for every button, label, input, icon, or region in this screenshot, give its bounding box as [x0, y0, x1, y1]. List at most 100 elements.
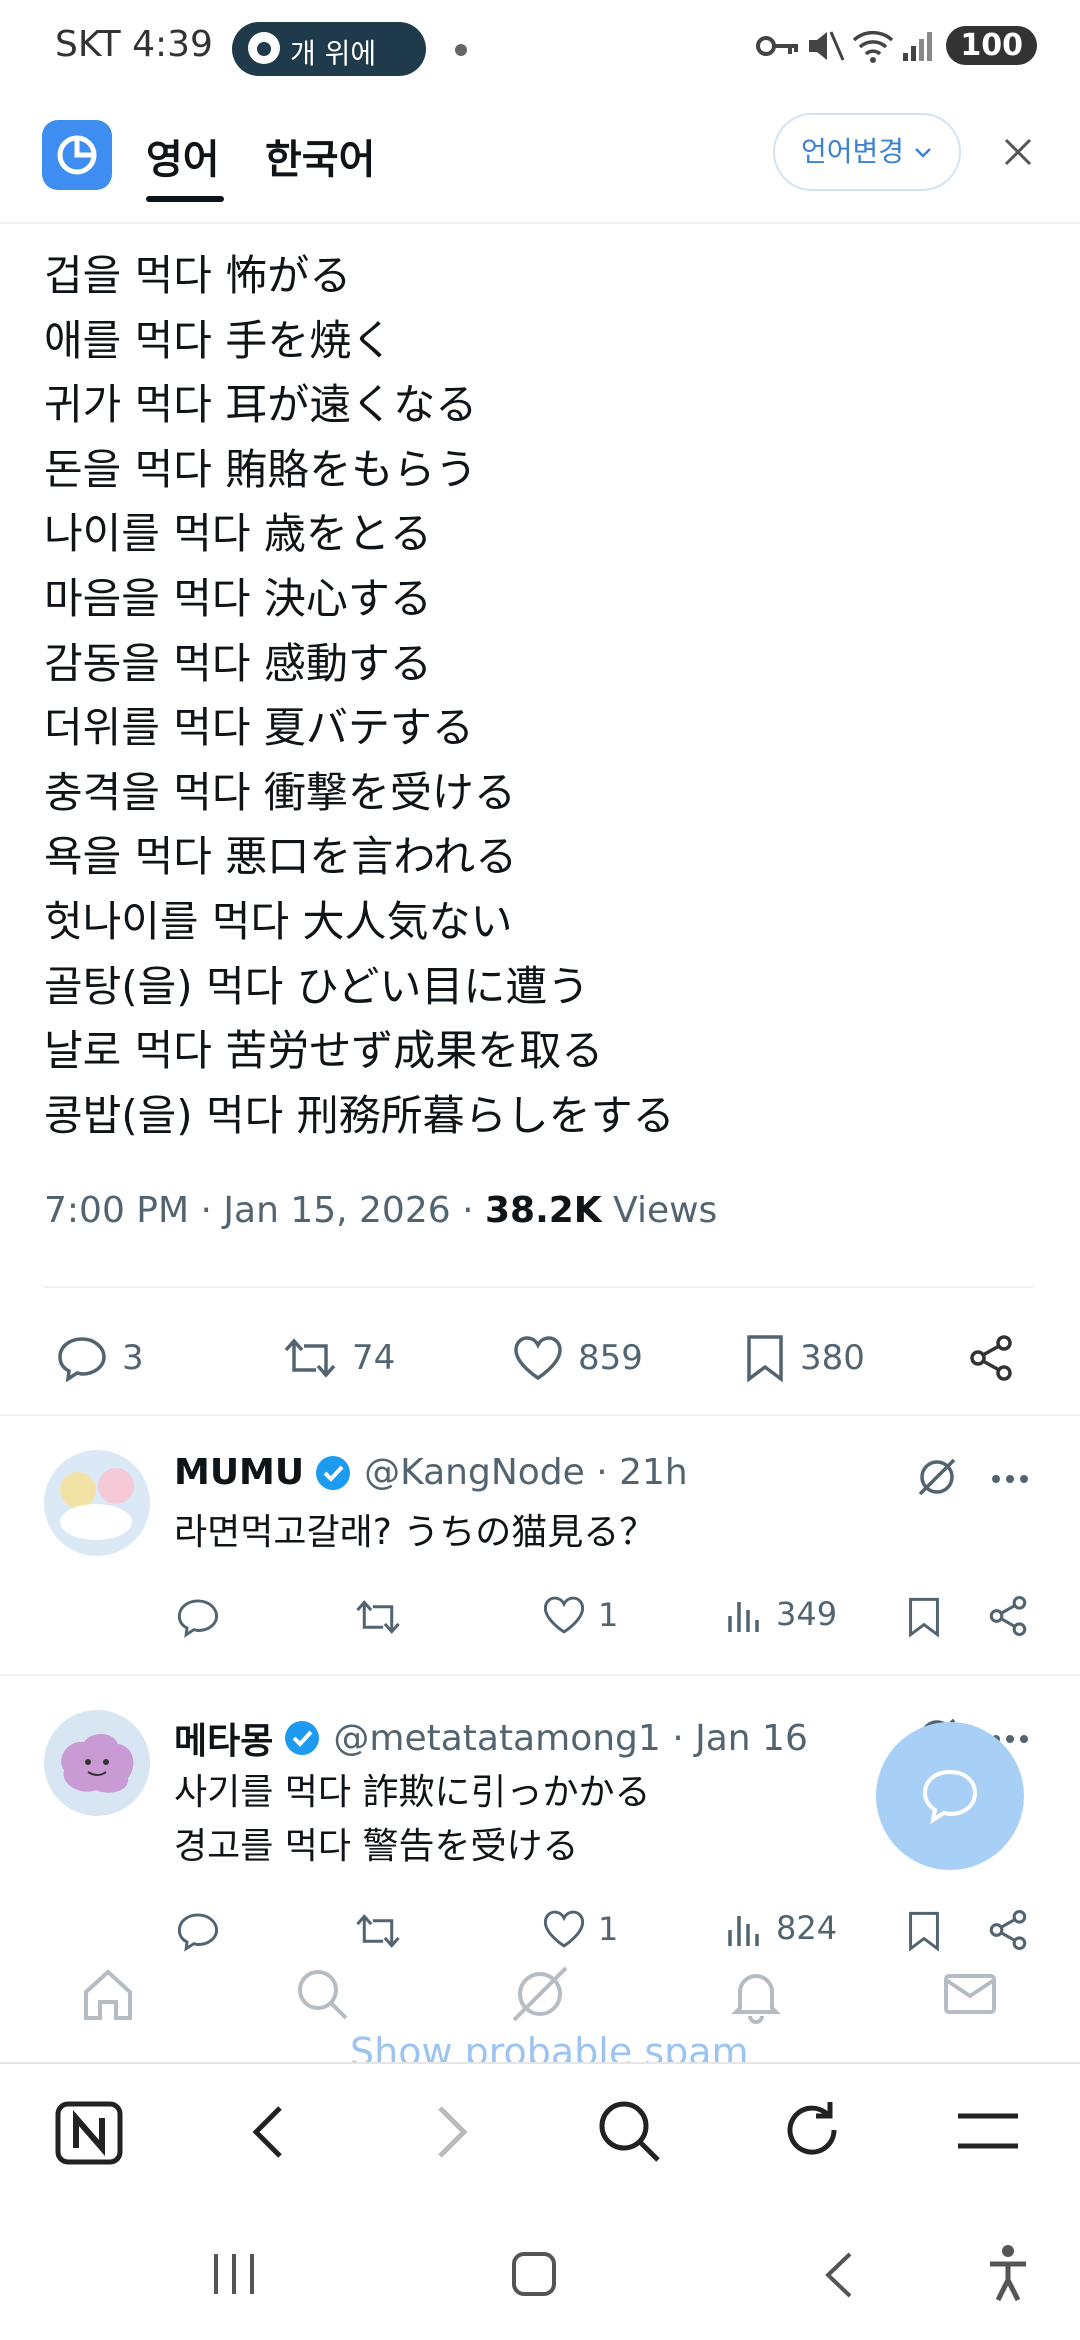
- status-icons: 100: [756, 26, 1037, 74]
- notification-pill[interactable]: 개 위에: [232, 22, 426, 76]
- divider: [44, 1286, 1034, 1288]
- bell-icon[interactable]: [726, 1964, 786, 2024]
- bookmark-action[interactable]: 380: [744, 1330, 865, 1386]
- change-language-button[interactable]: 언어변경: [773, 113, 961, 191]
- battery-indicator: 100: [946, 26, 1037, 65]
- share-icon[interactable]: [986, 1594, 1030, 1638]
- reply-line: 라면먹고갈래? うちの猫見る？: [174, 1512, 656, 1553]
- retweet-icon: [284, 1338, 336, 1378]
- reply-text: 라면먹고갈래? うちの猫見る？: [174, 1506, 655, 1560]
- tweet-line: 마음을 먹다 決心する: [44, 573, 432, 623]
- reply-actions: 1 349: [176, 1594, 1036, 1642]
- author-name: MUMU: [174, 1452, 305, 1493]
- naver-app-icon[interactable]: [54, 2100, 124, 2166]
- search-icon[interactable]: [292, 1964, 352, 2024]
- like-count: 1: [598, 1596, 619, 1634]
- tweet-line: 욕을 먹다 悪口を言われる: [44, 832, 518, 882]
- views-count: 824: [776, 1909, 838, 1947]
- share-button[interactable]: [966, 1330, 1030, 1386]
- tweet-line: 콩밥(을) 먹다 刑務所暮らしをする: [44, 1090, 675, 1140]
- back-arrow-icon[interactable]: [248, 2102, 288, 2162]
- tweet-line: 겁을 먹다 怖がる: [44, 251, 352, 300]
- status-bar: SKT 4:39 개 위에 100: [0, 0, 1080, 100]
- like-action[interactable]: 1: [542, 1594, 618, 1636]
- tweet-line: 감동을 먹다 感動する: [44, 638, 432, 688]
- recent-apps-icon[interactable]: [210, 2252, 258, 2296]
- more-options-icon[interactable]: [990, 1470, 1030, 1489]
- views-action[interactable]: 824: [724, 1908, 837, 1948]
- author-name: 메타몽: [174, 1721, 274, 1762]
- home-icon[interactable]: [78, 1964, 138, 2024]
- bookmark-icon[interactable]: [906, 1596, 942, 1638]
- system-back-icon[interactable]: [820, 2250, 856, 2300]
- bookmark-icon[interactable]: [906, 1910, 942, 1952]
- reply-author[interactable]: 메타몽 @metatatamong1 · Jan 16: [174, 1712, 808, 1764]
- heart-icon: [514, 1336, 562, 1381]
- close-icon: [1004, 138, 1032, 166]
- compose-reply-button[interactable]: [876, 1722, 1024, 1870]
- browser-toolbar: [0, 2062, 1080, 2204]
- retweet-action[interactable]: 74: [282, 1330, 395, 1386]
- avatar[interactable]: [44, 1450, 150, 1556]
- accessibility-icon[interactable]: [986, 2244, 1030, 2304]
- verified-badge-icon: [285, 1721, 320, 1755]
- like-action[interactable]: 859: [512, 1330, 643, 1386]
- share-icon[interactable]: [986, 1908, 1030, 1952]
- forward-arrow-icon[interactable]: [432, 2102, 472, 2162]
- translator-logo-icon: [42, 120, 112, 190]
- reply-action[interactable]: 3: [56, 1330, 144, 1386]
- tweet-line: 날로 먹다 苦労せず成果を取る: [44, 1026, 604, 1076]
- tweet-line: 골탕(을) 먹다 ひどい目に遭う: [44, 961, 590, 1011]
- divider: [0, 1414, 1080, 1416]
- author-handle: @KangNode · 21h: [364, 1452, 688, 1493]
- analytics-icon: [728, 1602, 759, 1632]
- views-action[interactable]: 349: [724, 1594, 837, 1634]
- views-count: 349: [776, 1595, 838, 1633]
- change-language-label: 언어변경: [801, 135, 905, 168]
- chat-bubble-icon: [922, 1769, 978, 1825]
- mute-icon: [809, 30, 845, 61]
- close-button[interactable]: [996, 130, 1040, 174]
- pill-text: 개 위에: [290, 37, 377, 70]
- like-action[interactable]: 1: [542, 1908, 618, 1950]
- bookmark-icon: [747, 1335, 783, 1383]
- tab-target-language[interactable]: 한국어: [265, 127, 375, 185]
- grok-icon[interactable]: [506, 1960, 574, 2028]
- reply-text: 사기를 먹다 詐欺に引っかかる 경고를 먹다 警告を受ける: [174, 1766, 651, 1874]
- bookmark-count: 380: [800, 1338, 865, 1378]
- tab-source-language[interactable]: 영어: [146, 127, 220, 185]
- author-handle: @metatatamong1 · Jan 16: [333, 1717, 808, 1759]
- search-icon[interactable]: [596, 2098, 662, 2164]
- reply-count: 3: [122, 1338, 144, 1378]
- notification-dot-icon: [455, 44, 467, 56]
- retweet-icon[interactable]: [354, 1910, 402, 1952]
- tweet-line: 나이를 먹다 歳をとる: [44, 509, 432, 559]
- views-label: Views: [601, 1190, 718, 1231]
- key-icon: [756, 35, 798, 56]
- share-icon: [970, 1335, 1012, 1381]
- retweet-icon[interactable]: [354, 1596, 402, 1638]
- refresh-icon[interactable]: [780, 2098, 844, 2162]
- reply-icon: [58, 1337, 106, 1382]
- wifi-icon: [853, 30, 894, 63]
- reply-icon[interactable]: [176, 1596, 220, 1638]
- grok-icon[interactable]: [914, 1454, 960, 1504]
- tweet-time: 7:00 PM · Jan 15, 2026 ·: [44, 1190, 485, 1231]
- reply-author[interactable]: MUMU @KangNode · 21h: [174, 1452, 688, 1493]
- mail-icon[interactable]: [940, 1964, 1000, 2024]
- verified-badge-icon: [316, 1455, 351, 1490]
- menu-icon[interactable]: [956, 2110, 1020, 2152]
- reply-line: 경고를 먹다 警告を受ける: [174, 1826, 579, 1867]
- views-count: 38.2K: [484, 1190, 602, 1231]
- app-badge-icon: [248, 32, 280, 64]
- tweet-line: 헛나이를 먹다 大人気ない: [44, 896, 513, 946]
- home-button-icon[interactable]: [510, 2250, 558, 2298]
- retweet-count: 74: [352, 1338, 396, 1378]
- tweet-line: 애를 먹다 手を焼く: [44, 315, 394, 365]
- chevron-down-icon: [915, 148, 931, 158]
- tweet-line: 귀가 먹다 耳が遠くなる: [44, 380, 478, 430]
- reply-icon[interactable]: [176, 1910, 220, 1952]
- avatar[interactable]: [44, 1710, 150, 1816]
- heart-icon: [543, 1910, 585, 1948]
- tweet-line: 돈을 먹다 賄賂をもらう: [44, 444, 478, 494]
